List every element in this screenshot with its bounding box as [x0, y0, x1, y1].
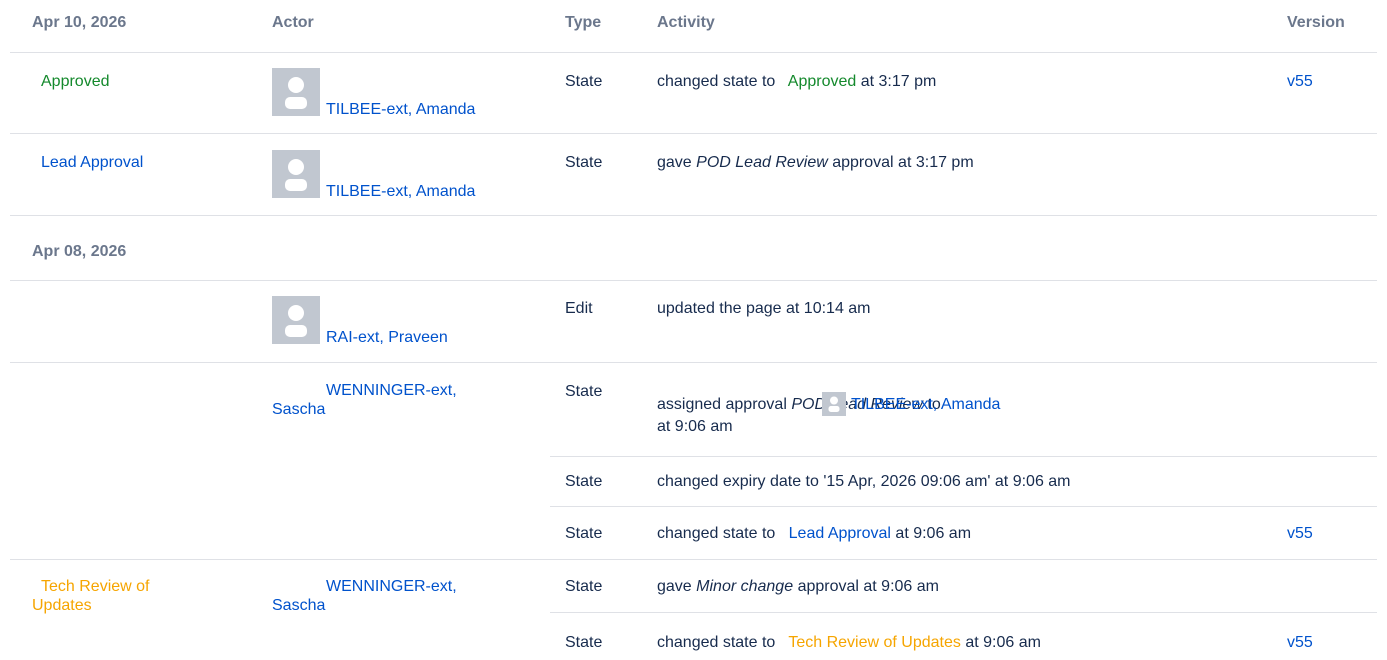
- activity-cell: gave Minor change approval at 9:06 am: [657, 578, 939, 596]
- divider: [10, 52, 1377, 53]
- date-group-label: Apr 08, 2026: [32, 243, 127, 260]
- type-cell: State: [565, 154, 603, 171]
- activity-text: approval at 3:17 pm: [832, 154, 974, 171]
- activity-time: at 9:06 am: [657, 418, 733, 435]
- type-cell: State: [565, 578, 603, 595]
- divider: [10, 559, 1377, 560]
- actor-link[interactable]: TILBEE-ext, Amanda: [326, 101, 475, 119]
- avatar[interactable]: [272, 68, 320, 116]
- activity-cell: changed state to Lead Approval at 9:06 a…: [657, 525, 971, 543]
- type-header: Type: [565, 14, 602, 31]
- divider: [550, 506, 1377, 507]
- status-badge: Lead Approval: [41, 154, 144, 171]
- activity-cell: changed expiry date to '15 Apr, 2026 09:…: [657, 473, 1071, 490]
- approval-name: POD Lead Review: [696, 154, 828, 171]
- avatar[interactable]: [272, 296, 320, 344]
- actor-link[interactable]: WENNINGER-ext,: [326, 382, 457, 400]
- state-label: Approved: [787, 73, 857, 90]
- activity-text: at 9:06 am: [895, 525, 972, 542]
- type-cell: State: [565, 634, 603, 651]
- divider: [550, 456, 1377, 457]
- divider: [10, 280, 1377, 281]
- activity-text: at 3:17 pm: [860, 73, 937, 90]
- actor-link[interactable]: TILBEE-ext, Amanda: [326, 183, 475, 201]
- avatar[interactable]: [822, 392, 846, 416]
- activity-cell: changed state to Approved at 3:17 pm: [657, 73, 936, 91]
- status-badge: Tech Review of: [41, 578, 150, 595]
- activity-text: assigned approval: [657, 396, 787, 413]
- actor-link[interactable]: Sascha: [272, 597, 325, 615]
- state-label: Lead Approval: [788, 525, 891, 542]
- activity-text: gave: [657, 154, 692, 171]
- date-header: Apr 10, 2026: [32, 14, 127, 31]
- activity-text: changed state to: [657, 634, 776, 651]
- activity-cell: gave POD Lead Review approval at 3:17 pm: [657, 154, 974, 172]
- user-icon: [285, 77, 307, 109]
- activity-text: changed state to: [657, 525, 776, 542]
- assignee-link[interactable]: TILBEE-ext, Amanda: [851, 396, 1000, 414]
- divider: [10, 215, 1377, 216]
- user-icon: [828, 396, 840, 412]
- status-badge: Updates: [32, 597, 92, 614]
- actor-header: Actor: [272, 14, 314, 31]
- actor-link[interactable]: WENNINGER-ext,: [326, 578, 457, 596]
- avatar[interactable]: [272, 150, 320, 198]
- divider: [10, 133, 1377, 134]
- actor-link[interactable]: Sascha: [272, 401, 325, 419]
- activity-cell: changed state to Tech Review of Updates …: [657, 634, 1041, 652]
- status-badge: Approved: [41, 73, 110, 90]
- version-link[interactable]: v55: [1287, 634, 1313, 652]
- type-cell: State: [565, 525, 603, 542]
- user-icon: [285, 159, 307, 191]
- activity-text: gave: [657, 578, 692, 595]
- actor-link[interactable]: RAI-ext, Praveen: [326, 329, 448, 347]
- divider: [10, 362, 1377, 363]
- approval-name: Minor change: [696, 578, 794, 595]
- version-link[interactable]: v55: [1287, 525, 1313, 543]
- type-cell: Edit: [565, 300, 593, 317]
- activity-text: at 9:06 am: [965, 634, 1041, 651]
- state-label: Tech Review of Updates: [788, 634, 961, 651]
- version-header: Version: [1287, 14, 1345, 31]
- activity-header: Activity: [657, 14, 715, 31]
- activity-cell: updated the page at 10:14 am: [657, 300, 871, 317]
- activity-text: changed state to: [657, 73, 776, 90]
- type-cell: State: [565, 473, 603, 490]
- type-cell: State: [565, 383, 603, 400]
- version-link[interactable]: v55: [1287, 73, 1313, 91]
- user-icon: [285, 305, 307, 337]
- activity-text: approval at 9:06 am: [797, 578, 939, 595]
- divider: [550, 612, 1377, 613]
- type-cell: State: [565, 73, 603, 90]
